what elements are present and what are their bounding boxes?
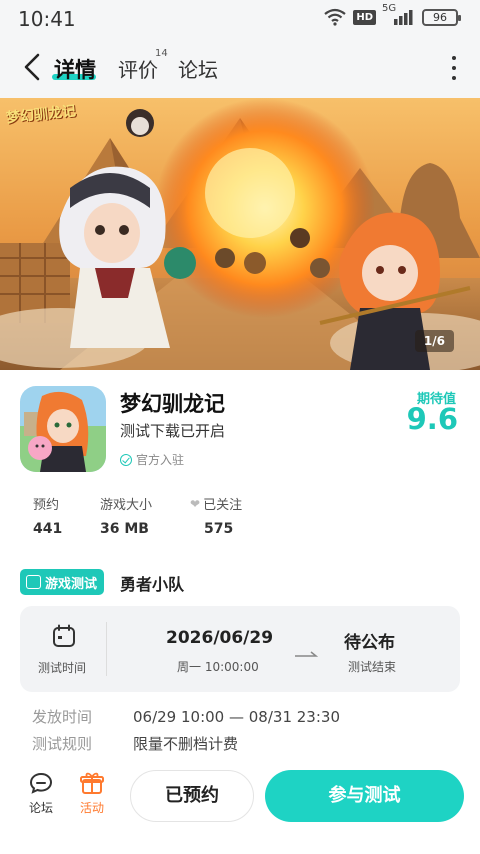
game-test-badge: 游戏测试 — [20, 569, 105, 595]
bottom-action-bar: 论坛 活动 已预约 参与测试 — [0, 764, 480, 854]
hd-badge: HD — [353, 9, 376, 25]
official-badge: 官方入驻 — [120, 451, 184, 468]
banner-carousel[interactable]: 梦幻驯龙记 1/6 — [0, 98, 480, 370]
expectation-score: 9.6 — [406, 402, 458, 436]
stat-value: 36 MB — [100, 521, 149, 537]
forum-icon — [29, 772, 53, 794]
status-icons: HD 5G 96 — [323, 3, 461, 27]
test-rules-row: 测试规则 限量不删档计费 — [32, 733, 238, 754]
test-name: 勇者小队 — [120, 575, 185, 594]
info-key: 测试规则 — [32, 735, 93, 753]
arrow-right-icon — [295, 651, 318, 657]
join-test-button[interactable]: 参与测试 — [265, 770, 464, 822]
battery-icon: 96 — [422, 8, 461, 26]
stat-value: 441 — [33, 521, 63, 537]
forum-label: 论坛 — [28, 801, 53, 815]
gift-icon — [80, 772, 104, 794]
info-value: 06/29 10:00 — 08/31 23:30 — [133, 708, 340, 726]
banner-artwork — [0, 98, 480, 370]
stat-value: 575 — [204, 521, 234, 537]
reviews-count-badge: 14 — [155, 48, 168, 59]
divider — [106, 622, 107, 676]
banner-page-indicator: 1/6 — [414, 330, 454, 352]
heart-icon: ❤ — [190, 496, 201, 511]
reserved-button[interactable]: 已预约 — [130, 770, 254, 822]
signal-icon: 5G — [382, 3, 416, 27]
stat-label: 预约 — [33, 498, 60, 513]
tab-details[interactable]: 详情 — [54, 54, 96, 84]
app-name: 梦幻驯龙记 — [120, 392, 225, 416]
calendar-icon — [53, 624, 75, 647]
tab-reviews[interactable]: 评价 — [118, 54, 158, 83]
status-time: 10:41 — [18, 7, 76, 31]
top-nav: 详情 评价 14 论坛 — [0, 36, 480, 98]
stat-label: 游戏大小 — [100, 498, 153, 513]
test-time-label: 测试时间 — [38, 661, 87, 675]
info-value: 限量不删档计费 — [133, 735, 239, 753]
stat-label: 已关注 — [203, 498, 243, 513]
gamepad-icon — [26, 575, 41, 589]
bottom-activity-button[interactable]: 活动 — [72, 772, 112, 816]
wifi-icon — [324, 8, 347, 26]
info-key: 发放时间 — [32, 708, 93, 726]
official-label: 官方入驻 — [136, 453, 185, 467]
test-end-label: 测试结束 — [348, 660, 397, 674]
test-end-status: 待公布 — [344, 633, 395, 653]
test-start-date: 2026/06/29 — [166, 628, 274, 648]
verified-icon — [120, 453, 132, 466]
release-time-row: 发放时间 06/29 10:00 — 08/31 23:30 — [32, 706, 340, 727]
status-bar: 10:41 HD 5G 96 — [0, 0, 480, 36]
bottom-forum-button[interactable]: 论坛 — [21, 772, 61, 816]
stat-game-size: 游戏大小 36 MB — [100, 494, 152, 537]
more-options-icon[interactable] — [450, 56, 458, 80]
back-icon[interactable] — [20, 52, 46, 82]
stat-reservations: 预约 441 — [33, 494, 62, 537]
app-subtitle: 测试下载已开启 — [120, 422, 226, 440]
tab-forum[interactable]: 论坛 — [178, 54, 218, 83]
test-badge-label: 游戏测试 — [45, 576, 98, 592]
test-start-time: 周一 10:00:00 — [177, 660, 259, 674]
stat-follows[interactable]: ❤ 已关注 575 — [190, 494, 243, 538]
activity-label: 活动 — [79, 801, 104, 815]
app-icon — [20, 386, 106, 472]
game-details: 梦幻驯龙记 测试下载已开启 官方入驻 期待值 9.6 预约 441 游戏大小 3… — [0, 370, 480, 854]
test-schedule-card: 测试时间 2026/06/29 周一 10:00:00 待公布 测试结束 — [20, 606, 460, 692]
